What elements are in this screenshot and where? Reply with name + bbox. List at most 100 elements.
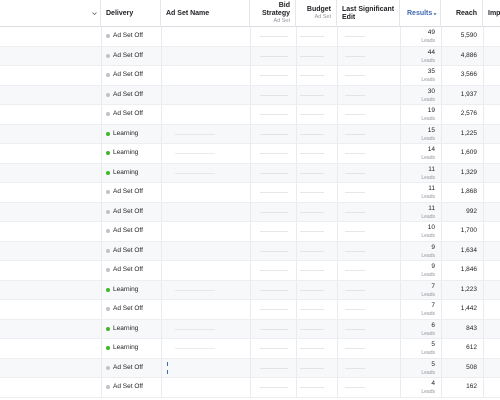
table-row[interactable]: Ad Set Off 30 Leads 1,937 [0,85,500,105]
column-divider [161,124,162,143]
column-divider [337,222,338,241]
column-divider [161,105,162,124]
column-divider [441,66,442,85]
column-divider [296,27,297,46]
table-row[interactable]: Ad Set Off 5 Leads 508 [0,358,500,378]
column-divider [250,144,251,163]
reach-value: 1,634 [460,246,477,254]
table-row[interactable]: Ad Set Off 35 Leads 3,566 [0,66,500,86]
table-row[interactable]: Ad Set Off 11 Leads 992 [0,202,500,222]
header-reach[interactable]: Reach [441,0,483,27]
table-row[interactable]: Learning 15 Leads 1,225 [0,124,500,144]
redacted-value [345,172,365,174]
header-delivery-label: Delivery [106,10,134,17]
delivery-status: Ad Set Off [113,71,143,78]
header-ad-set-name-label: Ad Set Name [166,10,210,17]
column-divider [250,241,251,260]
column-divider [161,378,162,397]
header-budget[interactable]: Budget Ad Set [296,0,337,27]
reach-value: 5,590 [460,32,477,39]
table-row[interactable]: Ad Set Off 9 Leads 1,634 [0,241,500,261]
table-row[interactable]: Ad Set Off 11 Leads 1,868 [0,183,500,203]
header-bid-strategy-sub: Ad Set [273,18,290,24]
header-impressions[interactable]: Imp [483,0,500,27]
redacted-value [345,114,365,115]
column-divider [483,378,484,397]
column-divider [337,163,338,182]
table-row[interactable]: Ad Set Off 44 Leads 4,886 [0,46,500,66]
redacted-value [300,328,324,330]
results-unit: Leads [421,96,435,103]
column-divider [400,85,401,104]
redacted-value [260,348,288,349]
chevron-down-icon[interactable] [92,11,97,16]
redacted-value [300,133,324,135]
table-row[interactable]: Learning 14 Leads 1,609 [0,144,500,164]
column-divider [161,202,162,221]
header-delivery[interactable]: Delivery [101,0,161,27]
redacted-value [175,348,215,349]
header-ad-set-name[interactable]: Ad Set Name [161,0,250,27]
results-unit: Leads [421,311,435,317]
column-divider [441,241,442,260]
column-divider [441,300,442,319]
table-row[interactable]: Ad Set Off 4 Leads 162 [0,378,500,398]
results-unit: Leads [421,233,435,239]
header-results[interactable]: Results [400,0,441,27]
column-divider [161,358,162,377]
column-divider [296,144,297,163]
column-divider [250,319,251,338]
delivery-status-dot [106,92,110,97]
results-value: 44 [427,48,435,56]
column-divider [400,241,401,260]
redacted-value [300,94,324,96]
results-unit: Leads [421,116,435,122]
column-divider [296,319,297,338]
table-row[interactable]: Ad Set Off 9 Leads 1,846 [0,261,500,281]
column-divider [483,66,484,85]
column-divider [250,124,251,143]
header-bid-strategy[interactable]: Bid Strategy Ad Set [250,0,296,27]
table-row[interactable]: Ad Set Off 10 Leads 1,700 [0,222,500,242]
column-divider [161,319,162,338]
delivery-status-dot [106,268,110,272]
delivery-status: Ad Set Off [113,90,143,98]
column-divider [441,183,442,202]
table-row[interactable]: Learning 11 Leads 1,329 [0,163,500,183]
table-row[interactable]: Learning 7 Leads 1,223 [0,280,500,300]
column-divider [337,241,338,260]
header-last-significant-edit[interactable]: Last Significant Edit [337,0,400,27]
column-divider [250,222,251,241]
column-divider [101,66,102,85]
table-row[interactable]: Ad Set Off 7 Leads 1,442 [0,300,500,320]
column-divider [483,27,484,46]
column-divider [441,202,442,221]
column-divider [161,300,162,319]
ad-set-name-link[interactable] [167,361,168,366]
column-divider [250,378,251,397]
results-unit: Leads [421,155,435,161]
ad-set-name-link[interactable] [167,369,168,374]
column-divider [296,222,297,241]
column-divider [400,222,401,241]
column-divider [296,339,297,358]
column-divider [400,280,401,299]
table-row[interactable]: Learning 5 Leads 612 [0,339,500,359]
redacted-value [260,55,288,57]
sort-desc-icon[interactable] [433,12,437,16]
table-row[interactable]: Learning 6 Leads 843 [0,319,500,339]
column-divider [161,241,162,260]
delivery-status: Ad Set Off [113,207,143,215]
redacted-value [260,231,288,232]
delivery-status: Ad Set Off [113,246,143,254]
redacted-value [175,289,215,291]
table-row[interactable]: Ad Set Off 49 Leads 5,590 [0,27,500,47]
column-divider [101,378,102,397]
table-row[interactable]: Ad Set Off 19 Leads 2,576 [0,105,500,125]
reach-value: 3,566 [460,71,477,78]
column-divider [161,144,162,163]
header-name-column[interactable] [0,0,101,27]
results-value: 10 [427,224,435,231]
header-budget-sub: Ad Set [314,14,331,20]
redacted-value [300,387,324,388]
